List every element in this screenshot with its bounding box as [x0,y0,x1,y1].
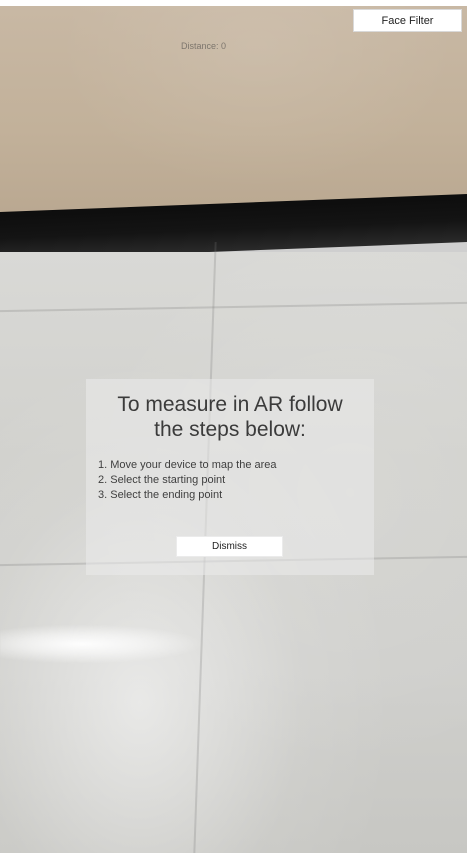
ar-measure-screen: Face Filter Distance: 0 To measure in AR… [0,0,467,853]
instructions-steps: 1. Move your device to map the area 2. S… [98,458,374,503]
instruction-step-2: 2. Select the starting point [98,474,226,486]
instructions-panel: To measure in AR follow the steps below:… [86,379,374,575]
dismiss-button[interactable]: Dismiss [176,536,283,557]
instruction-step-3: 3. Select the ending point [98,489,223,501]
instructions-title: To measure in AR follow the steps below: [117,393,343,441]
face-filter-button[interactable]: Face Filter [353,9,462,32]
instruction-step-1: 1. Move your device to map the area [98,459,277,471]
floor-light-glare [0,624,205,664]
distance-readout: Distance: 0 [181,41,227,51]
